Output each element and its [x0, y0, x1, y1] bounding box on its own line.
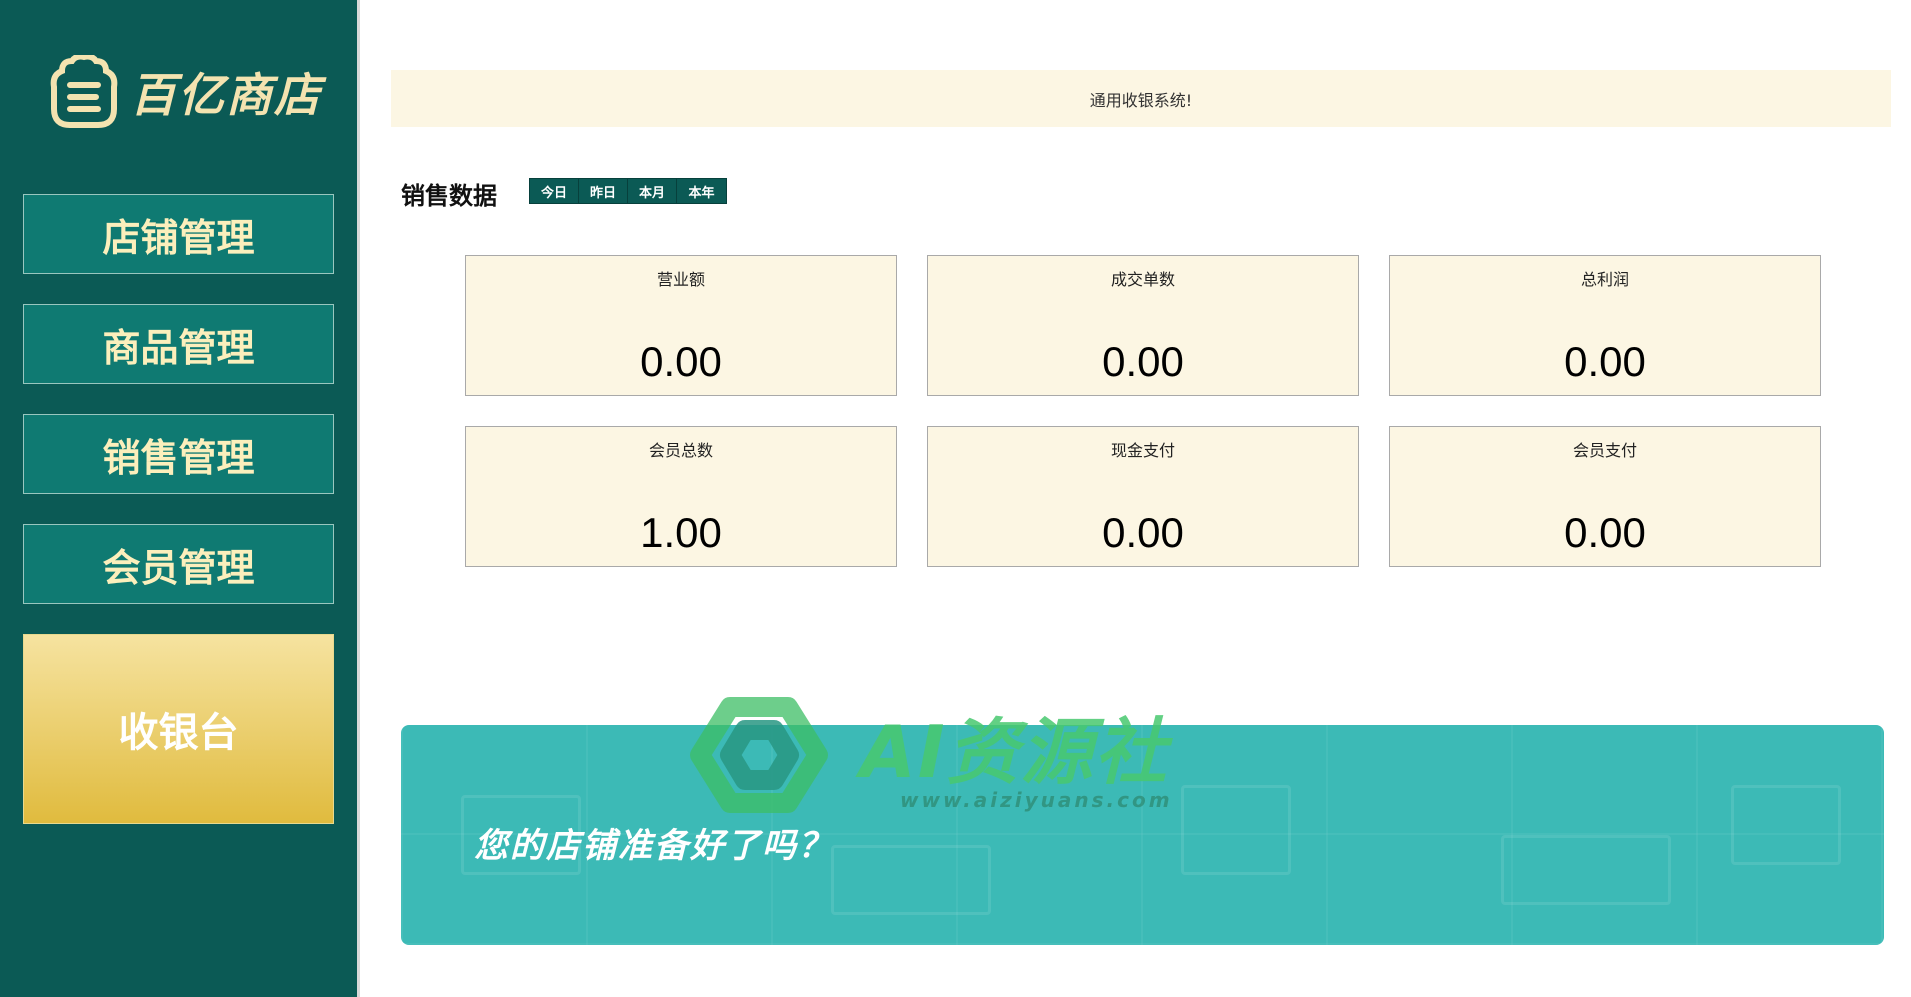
sales-data-title: 销售数据 — [401, 182, 497, 210]
notice-text: 通用收银系统! — [1089, 90, 1193, 110]
watermark-text: AI资源社 — [860, 710, 1169, 794]
shop-logo-icon — [50, 55, 118, 128]
tab-this-month[interactable]: 本月 — [628, 179, 677, 203]
laptop-decoration — [831, 845, 991, 915]
stat-card-member-payment: 会员支付 0.00 — [1389, 426, 1821, 567]
brand-name: 百亿商店 — [130, 68, 322, 122]
stat-value: 1.00 — [640, 509, 722, 556]
monitor-decoration — [1731, 785, 1841, 865]
stat-label: 总利润 — [1580, 270, 1629, 289]
watermark-url: www.aiziyuans.com — [900, 788, 1173, 812]
tab-yesterday[interactable]: 昨日 — [579, 179, 628, 203]
laptop-decoration — [1501, 835, 1671, 905]
watermark: AI资源社 www.aiziyuans.com — [690, 685, 1250, 825]
stat-value: 0.00 — [1102, 509, 1184, 556]
brand-logo[interactable]: 百亿商店 — [48, 50, 328, 134]
knot-logo-icon — [690, 697, 828, 813]
stat-card-member-total: 会员总数 1.00 — [465, 426, 897, 567]
sidebar-item-member-management[interactable]: 会员管理 — [23, 524, 334, 604]
stat-card-cash-payment: 现金支付 0.00 — [927, 426, 1359, 567]
banner-headline: 您的店铺准备好了吗？ — [474, 826, 834, 866]
tab-this-year[interactable]: 本年 — [677, 179, 726, 203]
stat-value: 0.00 — [1564, 509, 1646, 556]
stat-card-order-count: 成交单数 0.00 — [927, 255, 1359, 396]
stat-label: 会员支付 — [1572, 441, 1637, 460]
tab-today[interactable]: 今日 — [530, 179, 579, 203]
stat-label: 营业额 — [656, 270, 705, 289]
sidebar: 百亿商店 店铺管理 商品管理 销售管理 会员管理 收银台 — [0, 0, 360, 997]
cashier-button[interactable]: 收银台 — [23, 634, 334, 824]
period-tabs: 今日 昨日 本月 本年 — [529, 178, 727, 204]
stat-label: 会员总数 — [648, 441, 713, 460]
stat-label: 成交单数 — [1110, 270, 1175, 289]
stat-label: 现金支付 — [1110, 441, 1175, 460]
stat-card-revenue: 营业额 0.00 — [465, 255, 897, 396]
stat-value: 0.00 — [1564, 338, 1646, 385]
stat-value: 0.00 — [640, 338, 722, 385]
notice-bar: 通用收银系统! — [391, 70, 1891, 127]
stat-card-total-profit: 总利润 0.00 — [1389, 255, 1821, 396]
sidebar-item-store-management[interactable]: 店铺管理 — [23, 194, 334, 274]
stat-value: 0.00 — [1102, 338, 1184, 385]
sidebar-item-sales-management[interactable]: 销售管理 — [23, 414, 334, 494]
sidebar-item-product-management[interactable]: 商品管理 — [23, 304, 334, 384]
